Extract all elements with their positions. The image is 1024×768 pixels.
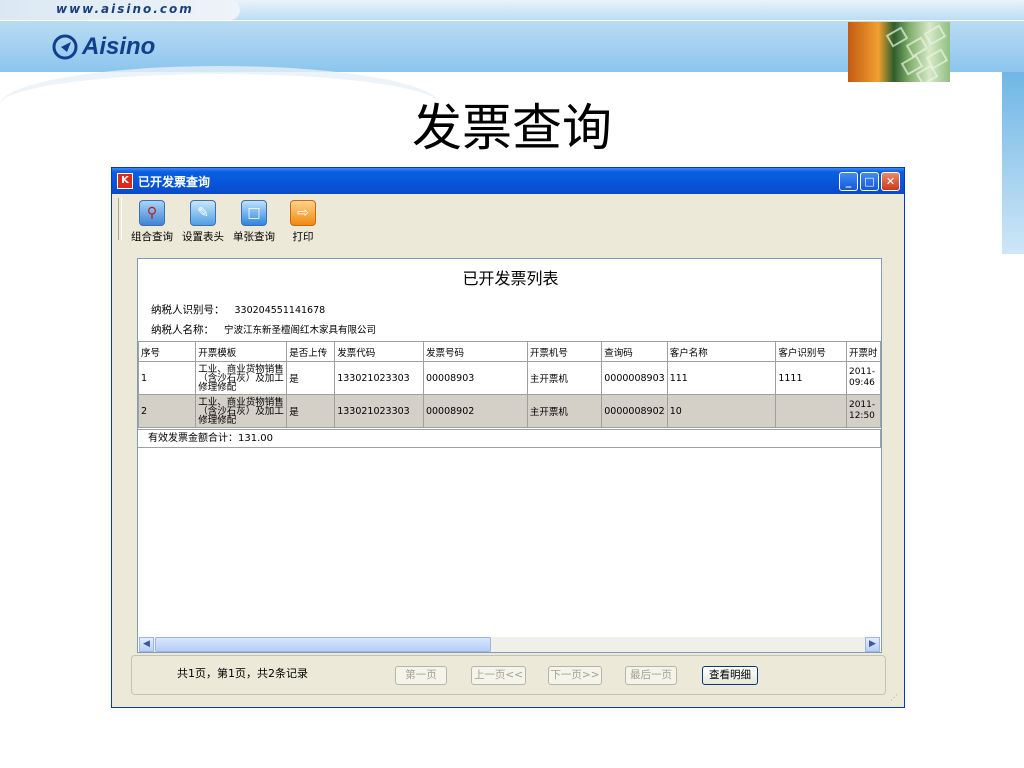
column-header[interactable]: 开票机号 — [526, 341, 603, 362]
column-header[interactable]: 序号 — [137, 341, 197, 362]
decorative-keyboard-image — [848, 22, 950, 82]
table-cell: 2011- 12:50 — [845, 394, 882, 428]
search-icon: ⚲ — [139, 200, 165, 226]
next-page-button[interactable]: 下一页>> — [548, 666, 602, 685]
table-cell: 是 — [286, 394, 336, 428]
column-header[interactable]: 开票模板 — [195, 341, 288, 362]
column-header[interactable]: 发票代码 — [334, 341, 424, 362]
table-cell: 2 — [137, 394, 197, 428]
scroll-left-button[interactable]: ◀ — [139, 637, 154, 652]
table-cell: 133021023303 — [334, 361, 424, 395]
table-cell: 00008903 — [422, 361, 528, 395]
table-cell: 1 — [137, 361, 197, 395]
combined-query-label: 组合查询 — [131, 231, 173, 243]
window-titlebar[interactable]: K 已开发票查询 _ □ ✕ — [112, 168, 904, 194]
column-header[interactable]: 发票号码 — [422, 341, 528, 362]
column-header[interactable]: 客户名称 — [666, 341, 777, 362]
table-cell: 00008902 — [422, 394, 528, 428]
invoice-table: 序号 开票模板 是否上传 发票代码 发票号码 开票机号 查询码 客户名称 客户识… — [137, 341, 882, 428]
table-cell: 111 — [666, 361, 777, 395]
window-title: 已开发票查询 — [138, 174, 211, 189]
resize-grip-icon[interactable]: ⋰ — [890, 693, 900, 703]
column-header[interactable]: 开票时 — [845, 341, 882, 362]
table-cell: 10 — [666, 394, 777, 428]
invoice-query-window: K 已开发票查询 _ □ ✕ ⚲ 组合查询 ✎ 设置表头 □ 单张查询 ⇨ 打印… — [111, 167, 905, 708]
set-header-button[interactable]: ✎ 设置表头 — [178, 200, 228, 244]
table-cell: 0000008902 — [601, 394, 668, 428]
table-cell: 是 — [286, 361, 336, 395]
single-query-label: 单张查询 — [233, 231, 275, 243]
taxpayer-id-value: 330204551141678 — [234, 305, 326, 316]
table-cell: 1111 — [775, 361, 847, 395]
record-info: 共1页，第1页，共2条记录 — [177, 667, 308, 680]
logo-text: Aisino — [82, 33, 156, 60]
set-header-label: 设置表头 — [182, 231, 224, 243]
table-row[interactable]: 1 工业、商业货物销售（含沙石灰）及加工修理修配 是 133021023303 … — [137, 361, 882, 395]
table-cell: 工业、商业货物销售（含沙石灰）及加工修理修配 — [195, 394, 288, 428]
close-button[interactable]: ✕ — [881, 172, 900, 191]
table-row[interactable]: 2 工业、商业货物销售（含沙石灰）及加工修理修配 是 133021023303 … — [137, 394, 882, 428]
scrollbar-thumb[interactable] — [155, 637, 491, 652]
column-header[interactable]: 客户识别号 — [775, 341, 847, 362]
taxpayer-name-label: 纳税人名称： — [151, 324, 214, 336]
report-title: 已开发票列表 — [462, 269, 559, 288]
table-cell: 主开票机 — [526, 361, 603, 395]
minimize-button[interactable]: _ — [839, 172, 858, 191]
chevron-left-icon: ◀ — [143, 639, 150, 649]
table-cell: 0000008903 — [601, 361, 668, 395]
first-page-button[interactable]: 第一页 — [395, 666, 447, 685]
column-header[interactable]: 查询码 — [601, 341, 668, 362]
pagination-panel: 共1页，第1页，共2条记录 第一页 上一页<< 下一页>> 最后一页 查看明细 — [131, 655, 886, 695]
header-settings-icon: ✎ — [190, 200, 216, 226]
horizontal-scrollbar[interactable]: ◀ ▶ — [139, 637, 880, 652]
url-text: www.aisino.com — [56, 2, 194, 16]
combined-query-button[interactable]: ⚲ 组合查询 — [128, 200, 176, 244]
table-cell: 133021023303 — [334, 394, 424, 428]
total-amount-label: 有效发票金额合计： — [148, 433, 238, 444]
aisino-logo: Aisino — [52, 32, 155, 62]
minimize-icon: _ — [845, 175, 852, 188]
report-panel: 已开发票列表 纳税人识别号： 330204551141678 纳税人名称： 宁波江东… — [137, 258, 882, 653]
aisino-logo-icon — [52, 34, 78, 60]
column-header[interactable]: 是否上传 — [286, 341, 336, 362]
chevron-right-icon: ▶ — [869, 639, 876, 649]
divider — [0, 20, 1024, 21]
previous-page-button[interactable]: 上一页<< — [471, 666, 526, 685]
print-label: 打印 — [292, 231, 314, 243]
view-detail-button[interactable]: 查看明细 — [702, 666, 758, 685]
table-header-row: 序号 开票模板 是否上传 发票代码 发票号码 开票机号 查询码 客户名称 客户识… — [137, 341, 882, 362]
print-icon: ⇨ — [290, 200, 316, 226]
taxpayer-name-value: 宁波江东新圣檀阁红木家具有限公司 — [224, 325, 377, 336]
toolbar: ⚲ 组合查询 ✎ 设置表头 □ 单张查询 ⇨ 打印 — [116, 196, 900, 244]
total-amount-value: 131.00 — [238, 433, 273, 444]
maximize-icon: □ — [864, 175, 875, 188]
app-icon: K — [117, 173, 133, 189]
table-cell: 工业、商业货物销售（含沙石灰）及加工修理修配 — [195, 361, 288, 395]
scroll-right-button[interactable]: ▶ — [865, 637, 880, 652]
single-query-button[interactable]: □ 单张查询 — [229, 200, 279, 244]
table-cell — [775, 394, 847, 428]
print-button[interactable]: ⇨ 打印 — [286, 200, 320, 244]
total-amount-row: 有效发票金额合计：131.00 — [138, 429, 881, 448]
folder-icon: □ — [241, 200, 267, 226]
close-icon: ✕ — [885, 175, 896, 188]
taxpayer-name-row: 纳税人名称： 宁波江东新圣檀阁红木家具有限公司 — [151, 322, 376, 337]
maximize-button[interactable]: □ — [860, 172, 879, 191]
taxpayer-id-row: 纳税人识别号： 330204551141678 — [151, 302, 325, 317]
slide-title: 发票查询 — [412, 99, 612, 157]
table-cell: 主开票机 — [526, 394, 603, 428]
taxpayer-id-label: 纳税人识别号： — [151, 304, 225, 316]
url-strip: www.aisino.com — [0, 0, 240, 20]
table-cell: 2011- 09:46 — [845, 361, 882, 395]
last-page-button[interactable]: 最后一页 — [625, 666, 677, 685]
